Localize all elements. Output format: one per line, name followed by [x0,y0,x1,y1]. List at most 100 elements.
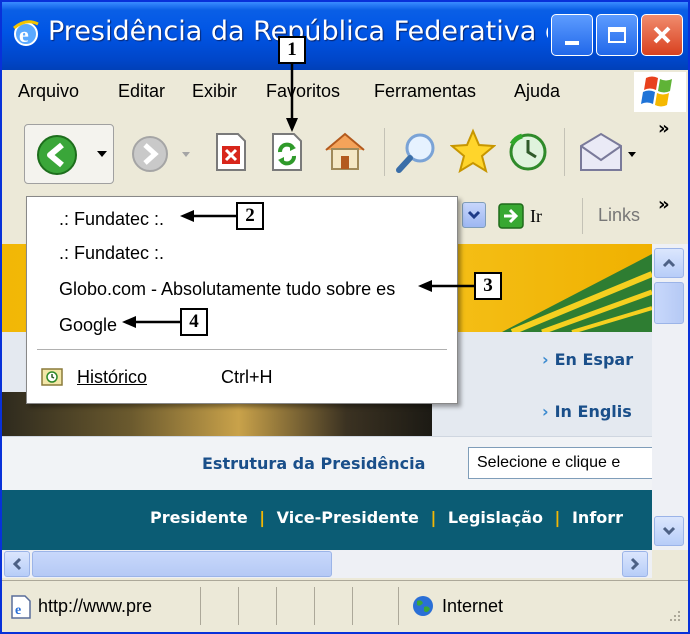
menu-arquivo[interactable]: Arquivo [18,81,79,102]
forward-icon[interactable] [130,134,170,174]
structure-select[interactable]: Selecione e clique e [468,447,652,479]
scroll-h-thumb[interactable] [32,551,332,577]
page-icon: e [11,595,31,619]
callout-2: 2 [236,202,264,230]
maximize-icon [608,27,626,43]
back-button[interactable] [24,124,114,184]
go-arrow-icon [498,203,524,229]
chevron-right-icon [630,557,640,571]
menu-favoritos[interactable]: Favoritos [266,81,340,102]
scroll-right-button[interactable] [622,551,648,577]
status-zone: Internet [442,596,504,616]
menu-separator [37,349,447,350]
scroll-up-button[interactable] [654,248,684,278]
home-icon[interactable] [322,128,368,174]
search-icon[interactable] [394,130,440,176]
callout-4: 4 [180,308,208,336]
internet-globe-icon [413,596,433,616]
history-clock-icon [41,368,63,386]
toolbar-overflow-chevron[interactable]: » [658,118,670,139]
status-divider [276,587,277,625]
status-url: http://www.pre [38,596,153,616]
links-label[interactable]: Links [598,205,640,226]
callout-1-arrow [286,64,298,132]
chevron-down-icon [467,210,481,220]
menu-ferramentas[interactable]: Ferramentas [374,81,476,102]
horizontal-scrollbar[interactable] [2,550,652,578]
status-bar: e http://www.pre Internet [2,580,688,632]
history-item-globo[interactable]: Globo.com - Absolutamente tudo sobre es [59,279,395,300]
menu-ajuda[interactable]: Ajuda [514,81,560,102]
status-divider [200,587,201,625]
go-button[interactable]: Ir [498,202,542,230]
status-divider [314,587,315,625]
forward-dropdown-icon[interactable] [182,152,190,157]
callout-1: 1 [278,36,306,64]
toolbar-separator [384,128,385,176]
bullet-icon: › [542,402,549,421]
callout-3-arrow [418,280,476,292]
scroll-down-button[interactable] [654,516,684,546]
nav-separator: | [430,508,437,527]
title-bar[interactable]: e Presidência da República Federativa do… [2,2,688,70]
scroll-thumb[interactable] [654,282,684,324]
bullet-icon: › [542,350,549,369]
mail-icon[interactable] [578,132,624,172]
chevron-left-icon [12,557,22,571]
callout-2-arrow [180,210,238,222]
nav-link-presidente[interactable]: Presidente [150,508,248,527]
refresh-icon[interactable] [270,132,304,172]
history-icon[interactable] [506,130,550,174]
vertical-scrollbar[interactable] [652,244,688,550]
status-divider [238,587,239,625]
flag-emblem [502,254,652,332]
scroll-corner [652,550,688,578]
status-divider [352,587,353,625]
maximize-button[interactable] [596,14,638,56]
menu-editar[interactable]: Editar [118,81,165,102]
nav-links: Presidente | Vice-Presidente | Legislaçã… [150,508,623,527]
nav-link-informacoes[interactable]: Inforr [572,508,623,527]
resize-grip-icon[interactable] [662,607,682,627]
callout-4-arrow [122,316,182,328]
stop-icon[interactable] [214,132,248,172]
minimize-button[interactable] [551,14,593,56]
close-button[interactable] [641,14,683,56]
lang-link-es[interactable]: › En Espar [542,350,633,369]
history-item-fundatec-2[interactable]: .: Fundatec :. [59,243,164,264]
chevron-down-icon [662,526,676,536]
nav-separator: | [259,508,266,527]
nav-separator: | [554,508,561,527]
minimize-icon [565,41,579,45]
history-item-fundatec-1[interactable]: .: Fundatec :. [59,209,164,230]
history-menu-item[interactable]: Histórico Ctrl+H [35,365,445,391]
close-icon [653,26,671,44]
history-item-google[interactable]: Google [59,315,117,336]
go-label: Ir [530,205,542,226]
lang-link-en[interactable]: › In Englis [542,402,632,421]
menu-exibir[interactable]: Exibir [192,81,237,102]
scroll-left-button[interactable] [4,551,30,577]
back-dropdown-icon[interactable] [97,151,107,157]
structure-label: Estrutura da Presidência [202,454,426,473]
chevron-up-icon [662,258,676,268]
svg-text:e: e [19,22,29,47]
svg-text:e: e [15,603,21,618]
structure-bar: Estrutura da Presidência Selecione e cli… [2,436,652,491]
history-shortcut: Ctrl+H [221,367,273,387]
nav-link-vice-presidente[interactable]: Vice-Presidente [277,508,419,527]
links-overflow-chevron[interactable]: » [658,194,670,215]
nav-bar: Presidente | Vice-Presidente | Legislaçã… [2,490,652,550]
status-divider [398,587,399,625]
history-label: Histórico [77,367,148,387]
callout-3: 3 [474,272,502,300]
windows-flag-icon [634,72,686,112]
standard-toolbar: » [2,114,688,189]
nav-link-legislacao[interactable]: Legislação [448,508,543,527]
address-dropdown-arrow[interactable] [462,202,486,228]
toolbar-separator [582,198,583,234]
mail-dropdown-icon[interactable] [628,152,636,157]
favorites-icon[interactable] [450,128,496,174]
browser-window: e Presidência da República Federativa do… [0,0,690,634]
back-icon [37,135,77,175]
